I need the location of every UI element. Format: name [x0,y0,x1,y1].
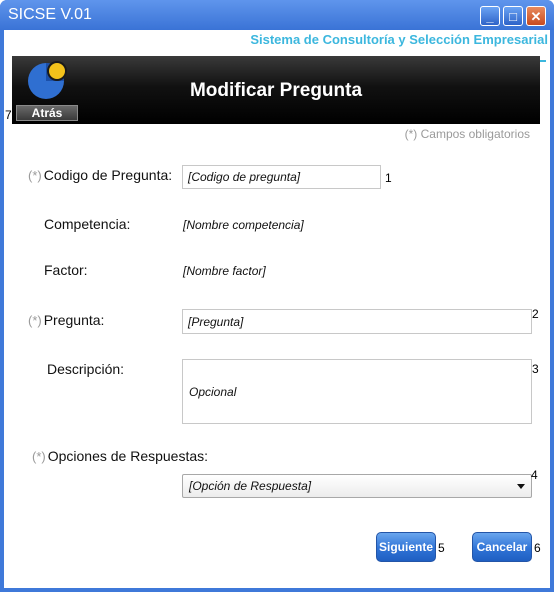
back-button[interactable]: Atrás [16,105,78,121]
maximize-button[interactable]: □ [503,6,523,26]
descripcion-marker: 3 [532,362,539,376]
minimize-button[interactable]: _ [480,6,500,26]
pregunta-marker: 2 [532,307,539,321]
opciones-select[interactable]: [Opción de Respuesta] [182,474,532,498]
close-button[interactable]: ✕ [526,6,546,26]
chevron-down-icon [517,484,525,489]
back-marker: 7 [5,108,12,122]
window-title: SICSE V.01 [8,6,92,23]
opciones-label-row: (*) Opciones de Respuestas: [32,448,208,464]
close-icon: ✕ [530,8,542,24]
pregunta-label: Pregunta: [43,312,105,328]
required-mark: (*) [32,449,46,464]
cancelar-button[interactable]: Cancelar [472,532,532,562]
pregunta-label-row: (*) Pregunta: [28,312,104,328]
title-bar: SICSE V.01 _ □ ✕ [0,0,554,30]
required-fields-note: (*) Campos obligatorios [404,127,530,141]
required-mark: (*) [28,168,42,183]
codigo-marker: 1 [385,171,392,185]
codigo-label: Codigo de Pregunta: [43,167,173,183]
opciones-label: Opciones de Respuestas: [47,448,209,464]
opciones-marker: 4 [531,468,538,482]
page-title: Modificar Pregunta [189,80,363,101]
required-mark: (*) [28,313,42,328]
opciones-selected-value: [Opción de Respuesta] [189,479,312,493]
descripcion-label: Descripción: [47,361,125,377]
header-banner: Modificar Pregunta Atrás [12,56,540,124]
competencia-label: Competencia: [44,216,131,232]
minimize-icon: _ [486,8,494,24]
factor-value: [Nombre factor] [183,264,266,278]
pregunta-input[interactable]: [Pregunta] [182,309,532,334]
maximize-icon: □ [509,8,517,24]
codigo-label-row: (*) Codigo de Pregunta: [28,167,172,183]
system-subtitle: Sistema de Consultoría y Selección Empre… [250,32,548,47]
cancelar-marker: 6 [534,541,541,555]
siguiente-marker: 5 [438,541,445,555]
descripcion-textarea[interactable]: Opcional [182,359,532,424]
competencia-value: [Nombre competencia] [183,218,304,232]
siguiente-button[interactable]: Siguiente [376,532,436,562]
codigo-input[interactable]: [Codigo de pregunta] [182,165,381,189]
factor-label: Factor: [44,262,88,278]
